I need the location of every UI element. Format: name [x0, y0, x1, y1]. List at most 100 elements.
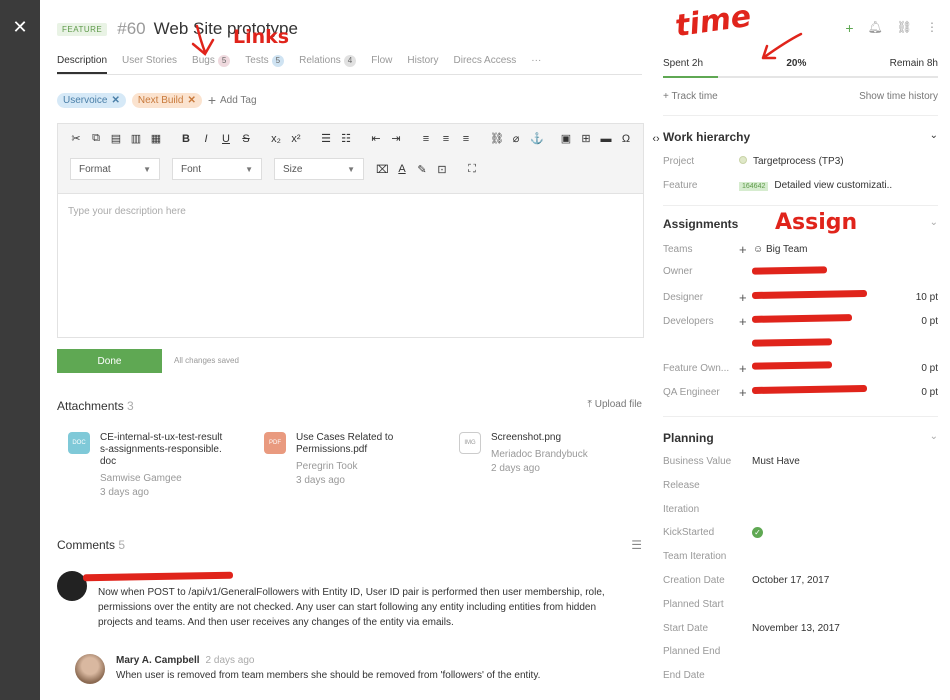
bold-icon[interactable]: B	[180, 133, 192, 145]
link-icon[interactable]: ⛓	[897, 20, 912, 36]
links-annotation: Links	[233, 26, 290, 48]
maximize-icon[interactable]: ⛶	[466, 163, 478, 176]
clear-format-icon[interactable]: ⌧	[376, 163, 389, 176]
description-editor: ✂ ⧉ ▤ ▥ ▦ B I U S x₂ x² ☰ ☷ ⇤ ⇥ ≡ ≡ ≡ ⛓ …	[57, 123, 660, 338]
align-left-icon[interactable]: ≡	[420, 133, 432, 145]
tab-description[interactable]: Description	[57, 55, 108, 74]
start-date-value[interactable]: November 13, 2017	[752, 623, 840, 634]
add-icon[interactable]: +	[739, 314, 753, 329]
check-icon[interactable]: ✓	[752, 527, 763, 538]
cut-icon[interactable]: ✂	[70, 132, 82, 145]
entity-type-badge: FEATURE	[57, 22, 108, 36]
copy-icon[interactable]: ⧉	[90, 132, 102, 145]
comment-item: Mary A. Campbell 2 days ago When user is …	[75, 654, 660, 684]
track-time-button[interactable]: + Track time	[663, 91, 718, 102]
underline-icon[interactable]: U	[220, 133, 232, 145]
attachment-name[interactable]: Screenshot.png	[491, 432, 588, 444]
table-icon[interactable]: ⊞	[580, 132, 592, 145]
assignment-row-teams: Teams + ☺ Big Team	[663, 242, 808, 257]
redaction-scribble	[751, 338, 833, 347]
details-sidebar: time + 🔔︎ ⛓ ⋮ Spent 2h 20% Remain 8h + T…	[650, 0, 950, 700]
more-options-icon[interactable]: ⋮	[926, 20, 938, 36]
tab-relations[interactable]: Relations 4	[299, 55, 357, 74]
work-hierarchy-heading[interactable]: Work hierarchy ⌄	[663, 130, 938, 144]
add-icon[interactable]: +	[845, 20, 853, 36]
tag-uservoice[interactable]: Uservoice ✕	[57, 92, 126, 108]
highlight-icon[interactable]: ✎	[416, 163, 428, 176]
tab-direct-access[interactable]: Direcs Access	[454, 55, 517, 74]
attachment-date: 2 days ago	[491, 463, 540, 474]
show-time-history-link[interactable]: Show time history	[859, 91, 938, 102]
tag-next-build[interactable]: Next Build ✕	[131, 92, 202, 108]
tab-tests[interactable]: Tests 5	[245, 55, 285, 74]
align-right-icon[interactable]: ≡	[460, 133, 472, 145]
attachment-name[interactable]: Use Cases Related to Permissions.pdf	[296, 432, 406, 456]
feature-value[interactable]: 164642 Detailed view customizati..	[739, 180, 892, 191]
upload-file-button[interactable]: ⤒ Upload file	[588, 399, 642, 410]
superscript-icon[interactable]: x²	[290, 133, 302, 145]
strikethrough-icon[interactable]: S	[240, 133, 252, 145]
developers-points: 0 pt	[921, 316, 938, 327]
planning-heading[interactable]: Planning ⌄	[663, 431, 938, 445]
attachment-name[interactable]: CE-internal-st-ux-test-results-assignmen…	[100, 432, 225, 468]
team-value[interactable]: ☺ Big Team	[753, 244, 808, 255]
indent-icon[interactable]: ⇤	[370, 132, 382, 145]
tab-user-stories[interactable]: User Stories	[122, 55, 177, 74]
italic-icon[interactable]: I	[200, 133, 212, 145]
horizontal-line-icon[interactable]: ▬	[600, 133, 612, 145]
attachment-item[interactable]: PDF Use Cases Related to Permissions.pdf…	[264, 432, 454, 488]
done-button[interactable]: Done	[57, 349, 162, 373]
special-char-icon[interactable]: Ω	[620, 133, 632, 145]
remove-tag-icon[interactable]: ✕	[187, 95, 195, 106]
planning-kickstarted: KickStarted ✓	[663, 527, 938, 538]
caret-down-icon: ▼	[143, 164, 151, 174]
tab-flow[interactable]: Flow	[371, 55, 392, 74]
bullet-list-icon[interactable]: ☷	[340, 132, 352, 145]
add-icon[interactable]: +	[739, 385, 753, 400]
unlink-icon[interactable]: ⌀	[510, 132, 522, 145]
outdent-icon[interactable]: ⇥	[390, 132, 402, 145]
tab-history[interactable]: History	[407, 55, 438, 74]
link-icon[interactable]: ⛓	[490, 132, 504, 145]
chevron-down-icon[interactable]: ⌄	[930, 217, 938, 231]
paste-icon[interactable]: ▤	[110, 132, 122, 145]
size-dropdown[interactable]: Size ▼	[274, 158, 364, 180]
text-color-icon[interactable]: A	[396, 163, 408, 175]
close-icon[interactable]: ✕	[11, 18, 29, 36]
add-icon[interactable]: +	[739, 290, 753, 305]
attachment-author: Meriadoc Brandybuck	[491, 449, 588, 460]
add-tag-button[interactable]: + Add Tag	[208, 92, 257, 108]
sidebar-actions: + 🔔︎ ⛓ ⋮	[831, 20, 938, 36]
chevron-down-icon[interactable]: ⌄	[930, 130, 938, 144]
image-icon[interactable]: ▣	[560, 132, 572, 145]
numbered-list-icon[interactable]: ☰	[320, 132, 332, 145]
remove-tag-icon[interactable]: ✕	[111, 95, 119, 106]
bugs-count: 5	[217, 55, 231, 67]
upload-icon: ⤒	[587, 399, 595, 410]
comment-author[interactable]: Mary A. Campbell	[116, 655, 200, 666]
more-tabs-icon[interactable]: ···	[531, 55, 541, 74]
format-dropdown[interactable]: Format ▼	[70, 158, 160, 180]
anchor-icon[interactable]: ⚓	[530, 132, 544, 145]
time-progress-bar	[663, 76, 938, 78]
show-blocks-icon[interactable]: ⊡	[436, 163, 448, 176]
add-icon[interactable]: +	[739, 242, 753, 257]
align-center-icon[interactable]: ≡	[440, 133, 452, 145]
attachment-item[interactable]: IMG Screenshot.png Meriadoc Brandybuck 2…	[459, 432, 649, 476]
subscript-icon[interactable]: x₂	[270, 133, 282, 145]
tests-count: 5	[271, 55, 285, 67]
description-input[interactable]: Type your description here	[58, 194, 643, 229]
bell-icon[interactable]: 🔔︎	[868, 20, 883, 36]
project-value[interactable]: Targetprocess (TP3)	[739, 156, 844, 167]
filter-icon[interactable]: ☰	[631, 538, 642, 552]
chevron-down-icon[interactable]: ⌄	[930, 431, 938, 445]
font-dropdown[interactable]: Font ▼	[172, 158, 262, 180]
add-icon[interactable]: +	[739, 361, 753, 376]
tab-bugs[interactable]: Bugs 5	[192, 55, 231, 74]
saved-status: All changes saved	[174, 356, 239, 365]
paste-word-icon[interactable]: ▦	[150, 132, 162, 145]
time-remaining: Remain 8h	[889, 58, 938, 69]
business-value[interactable]: Must Have	[752, 456, 800, 467]
paste-text-icon[interactable]: ▥	[130, 132, 142, 145]
attachment-item[interactable]: DOC CE-internal-st-ux-test-results-assig…	[68, 432, 258, 500]
